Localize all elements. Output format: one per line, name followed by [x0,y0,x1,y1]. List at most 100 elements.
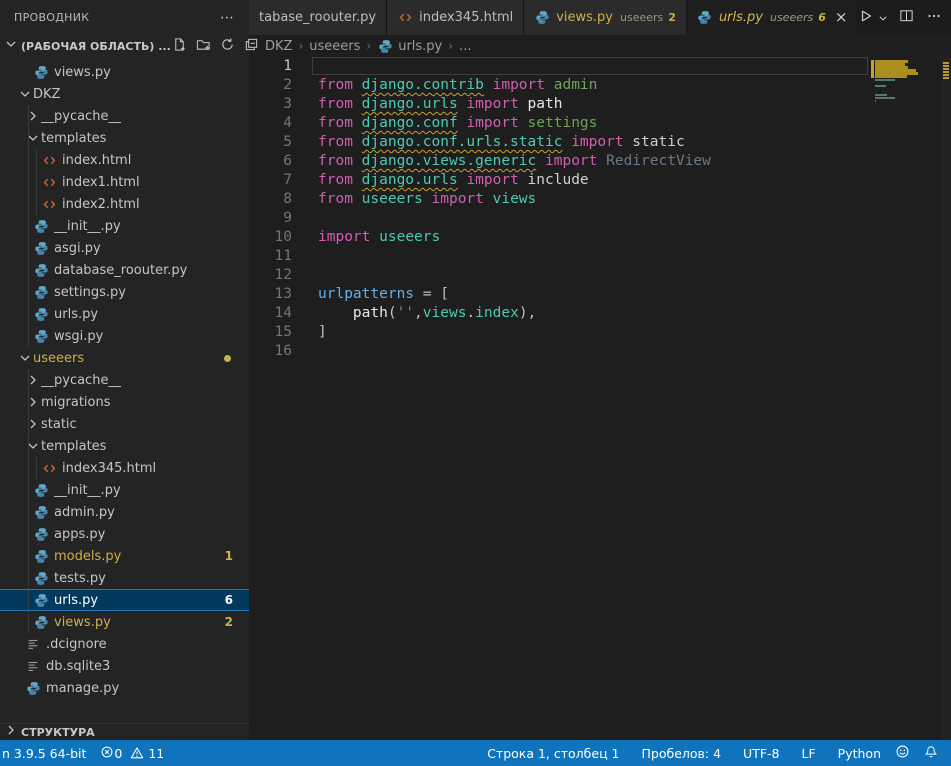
code-token [536,153,545,169]
code-editor[interactable]: 12from django.contrib import admin3from … [249,57,951,740]
code-text: from django.views.generic import Redirec… [292,152,711,171]
minimap[interactable] [871,57,941,740]
outline-section-header[interactable]: СТРУКТУРА [0,723,249,740]
tree-file-tests.py[interactable]: tests.py [0,567,249,589]
code-token: = [ [414,286,449,302]
tree-file-index.html[interactable]: index.html [0,149,249,171]
indent-guide [28,259,29,281]
tree-file-manage.py[interactable]: manage.py [0,677,249,699]
code-token: from [318,172,353,188]
code-line: 16 [249,342,951,361]
tab-description: useeers [620,11,663,24]
run-dropdown-chevron[interactable] [877,7,889,29]
explorer-sidebar: ПРОВОДНИК ⋯ (РАБОЧАЯ ОБЛАСТЬ) ... views.… [0,0,249,740]
tree-file-database_roouter.py[interactable]: database_roouter.py [0,259,249,281]
python-interpreter-indicator[interactable]: n 3.9.5 64-bit [0,740,93,766]
tree-file-__init__.py[interactable]: __init__.py [0,479,249,501]
tree-file-views.py[interactable]: views.py2 [0,611,249,633]
tree-file-asgi.py[interactable]: asgi.py [0,237,249,259]
tree-file-models.py[interactable]: models.py1 [0,545,249,567]
code-text: from django.conf.urls.static import stat… [292,133,685,152]
code-line: 10import useeers [249,228,951,247]
tree-folder-__pycache__[interactable]: __pycache__ [0,369,249,391]
python-file-icon [697,10,713,26]
breadcrumb-item-urls.py[interactable]: urls.py [377,38,442,54]
tree-file-urls.py[interactable]: urls.py [0,303,249,325]
vscode-window: ПРОВОДНИК ⋯ (РАБОЧАЯ ОБЛАСТЬ) ... views.… [0,0,951,766]
tree-file-db.sqlite3[interactable]: db.sqlite3 [0,655,249,677]
breadcrumb-item-DKZ[interactable]: DKZ [265,39,292,54]
tree-folder-__pycache__[interactable]: __pycache__ [0,105,249,127]
tree-folder-DKZ[interactable]: DKZ [0,83,249,105]
tree-file-views.py[interactable]: views.py [0,61,249,83]
indentation[interactable]: Пробелов: 4 [635,740,729,766]
problems-badge: 2 [225,615,233,629]
code-text: from django.contrib import admin [292,76,597,95]
feedback-button[interactable] [888,740,917,766]
breadcrumb-item-...[interactable]: ... [459,39,471,54]
tree-folder-templates[interactable]: templates [0,435,249,457]
run-python-file-button[interactable] [855,7,877,29]
breadcrumb-item-useeers[interactable]: useeers [309,39,360,54]
tree-folder-static[interactable]: static [0,413,249,435]
tree-file-__init__.py[interactable]: __init__.py [0,215,249,237]
indent-guide [28,281,29,303]
workspace-section-header[interactable]: (РАБОЧАЯ ОБЛАСТЬ) ... [0,35,249,57]
tree-file-index345.html[interactable]: index345.html [0,457,249,479]
tree-item-label: .dcignore [46,637,107,652]
indent-guide [28,237,29,259]
code-token [370,229,379,245]
code-token: import [318,229,370,245]
code-line: 15] [249,323,951,342]
python-file-icon [33,592,49,608]
tree-folder-migrations[interactable]: migrations [0,391,249,413]
refresh-button[interactable] [219,38,236,55]
tab-urls.py[interactable]: urls.pyuseeers6× [687,0,859,35]
new-folder-button[interactable] [195,38,212,55]
cursor-position[interactable]: Строка 1, столбец 1 [480,740,626,766]
tree-item-label: index1.html [62,175,140,190]
new-file-button[interactable] [171,38,188,55]
tree-file-urls.py[interactable]: urls.py6 [0,589,249,611]
tree-file-.dcignore[interactable]: .dcignore [0,633,249,655]
python-file-icon [33,240,49,256]
tree-file-apps.py[interactable]: apps.py [0,523,249,545]
breadcrumb-label: urls.py [398,39,442,54]
encoding[interactable]: UTF-8 [736,740,786,766]
chevron-down-icon [3,36,19,56]
code-token [353,172,362,188]
code-token: import [493,77,545,93]
eol[interactable]: LF [795,740,823,766]
problems-indicator[interactable]: 011 [93,740,171,766]
tab-tabase_roouter.py[interactable]: tabase_roouter.py [249,0,387,35]
tab-index345.html[interactable]: index345.html [387,0,524,35]
tree-file-settings.py[interactable]: settings.py [0,281,249,303]
chevron-right-icon [3,722,19,742]
split-editor-button[interactable] [895,7,917,29]
tree-file-admin.py[interactable]: admin.py [0,501,249,523]
tree-folder-templates[interactable]: templates [0,127,249,149]
breadcrumb-label: useeers [309,39,360,54]
explorer-title-row: ПРОВОДНИК ⋯ [0,0,249,35]
line-number: 7 [249,171,292,190]
collapse-all-button[interactable] [243,38,260,55]
breadcrumb-label: DKZ [265,39,292,54]
explorer-more-actions-icon[interactable]: ⋯ [220,10,235,26]
language-mode[interactable]: Python [831,740,888,766]
new-folder-icon [196,37,211,56]
tree-file-wsgi.py[interactable]: wsgi.py [0,325,249,347]
editor-more-actions[interactable] [923,7,945,29]
code-line: 6from django.views.generic import Redire… [249,152,951,171]
tree-item-label: settings.py [54,285,126,300]
code-token [484,77,493,93]
tree-folder-useeers[interactable]: useeers [0,347,249,369]
tree-file-index2.html[interactable]: index2.html [0,193,249,215]
tree-file-index1.html[interactable]: index1.html [0,171,249,193]
tab-views.py[interactable]: views.pyuseeers2 [524,0,687,35]
tree-item-label: migrations [41,395,111,410]
indent-guide [36,457,37,479]
notifications-bell-button[interactable] [917,740,945,766]
code-text: from django.urls import include [292,171,589,190]
indent-guide [28,171,29,193]
close-icon[interactable]: × [835,10,848,25]
